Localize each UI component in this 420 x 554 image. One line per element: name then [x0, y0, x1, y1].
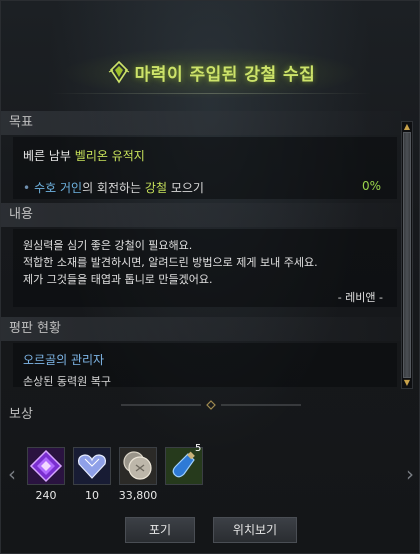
objective-location-prefix: 베른 남부	[23, 149, 75, 163]
reward-list: ‹ 240 10 33,800 5 ›	[1, 443, 420, 517]
objective-header: 목표	[1, 111, 401, 135]
title-bar: 마력이 주입된 강철 수집	[1, 37, 420, 107]
content-line: 제가 그것들을 태엽과 톱니로 만들겠어요.	[23, 273, 213, 286]
reputation-header: 평판 현황	[1, 317, 401, 341]
quest-title: 마력이 주입된 강철 수집	[134, 64, 316, 85]
silver-coins-icon	[119, 447, 157, 485]
title-row: 마력이 주입된 강철 수집	[1, 57, 420, 87]
diamond-heart-icon	[73, 447, 111, 485]
objective-mid: 의 회전하는	[82, 181, 145, 195]
purple-crystal-icon	[27, 447, 65, 485]
reward-stack-count: 5	[195, 443, 202, 454]
content-line: 적합한 소재를 발견하시면, 알려드린 방법으로 제게 보내 주세요.	[23, 256, 318, 269]
reputation-title[interactable]: 오르골의 관리자	[23, 351, 104, 368]
objective-task: • 수호 거인의 회전하는 강철 모으기	[23, 179, 204, 196]
objective-item: 강철	[144, 181, 167, 195]
objective-progress: 0%	[361, 179, 381, 193]
content-signature: - 레비앤 -	[337, 291, 383, 304]
reputation-subtitle: 손상된 동력원 복구	[23, 375, 111, 388]
reward-item[interactable]: 5	[153, 443, 213, 509]
abandon-button[interactable]: 포기	[125, 517, 195, 543]
objective-target: 수호 거인	[34, 181, 83, 195]
content-line: 원심력을 심기 좋은 강철이 필요해요.	[23, 239, 193, 252]
quest-window: 마력이 주입된 강철 수집 목표 베른 남부 벨리온 유적지 • 수호 거인의 회…	[0, 0, 420, 554]
objective-location-name: 벨리온 유적지	[74, 149, 145, 163]
scrollbar[interactable]: ▲ ▼	[401, 121, 413, 389]
scroll-up-icon[interactable]: ▲	[403, 123, 411, 131]
content-body: 원심력을 심기 좋은 강철이 필요해요. 적합한 소재를 발견하시면, 알려드린…	[13, 229, 397, 307]
objective-location: 베른 남부 벨리온 유적지	[23, 147, 145, 164]
reputation-body: 오르골의 관리자 손상된 동력원 복구	[13, 343, 397, 388]
reward-header: 보상	[9, 407, 33, 422]
scroll-down-icon[interactable]: ▼	[403, 379, 411, 387]
content-header: 내용	[1, 203, 401, 227]
title-underline	[51, 93, 371, 94]
objective-suffix: 모으기	[167, 181, 204, 195]
scroll-thumb[interactable]	[403, 132, 411, 378]
locate-button[interactable]: 위치보기	[213, 517, 297, 543]
objective-body: 베른 남부 벨리온 유적지 • 수호 거인의 회전하는 강철 모으기 0%	[13, 137, 397, 199]
chevron-right-icon[interactable]: ›	[403, 462, 417, 486]
bullet-icon: •	[23, 181, 31, 195]
quest-emblem-icon	[107, 60, 131, 84]
